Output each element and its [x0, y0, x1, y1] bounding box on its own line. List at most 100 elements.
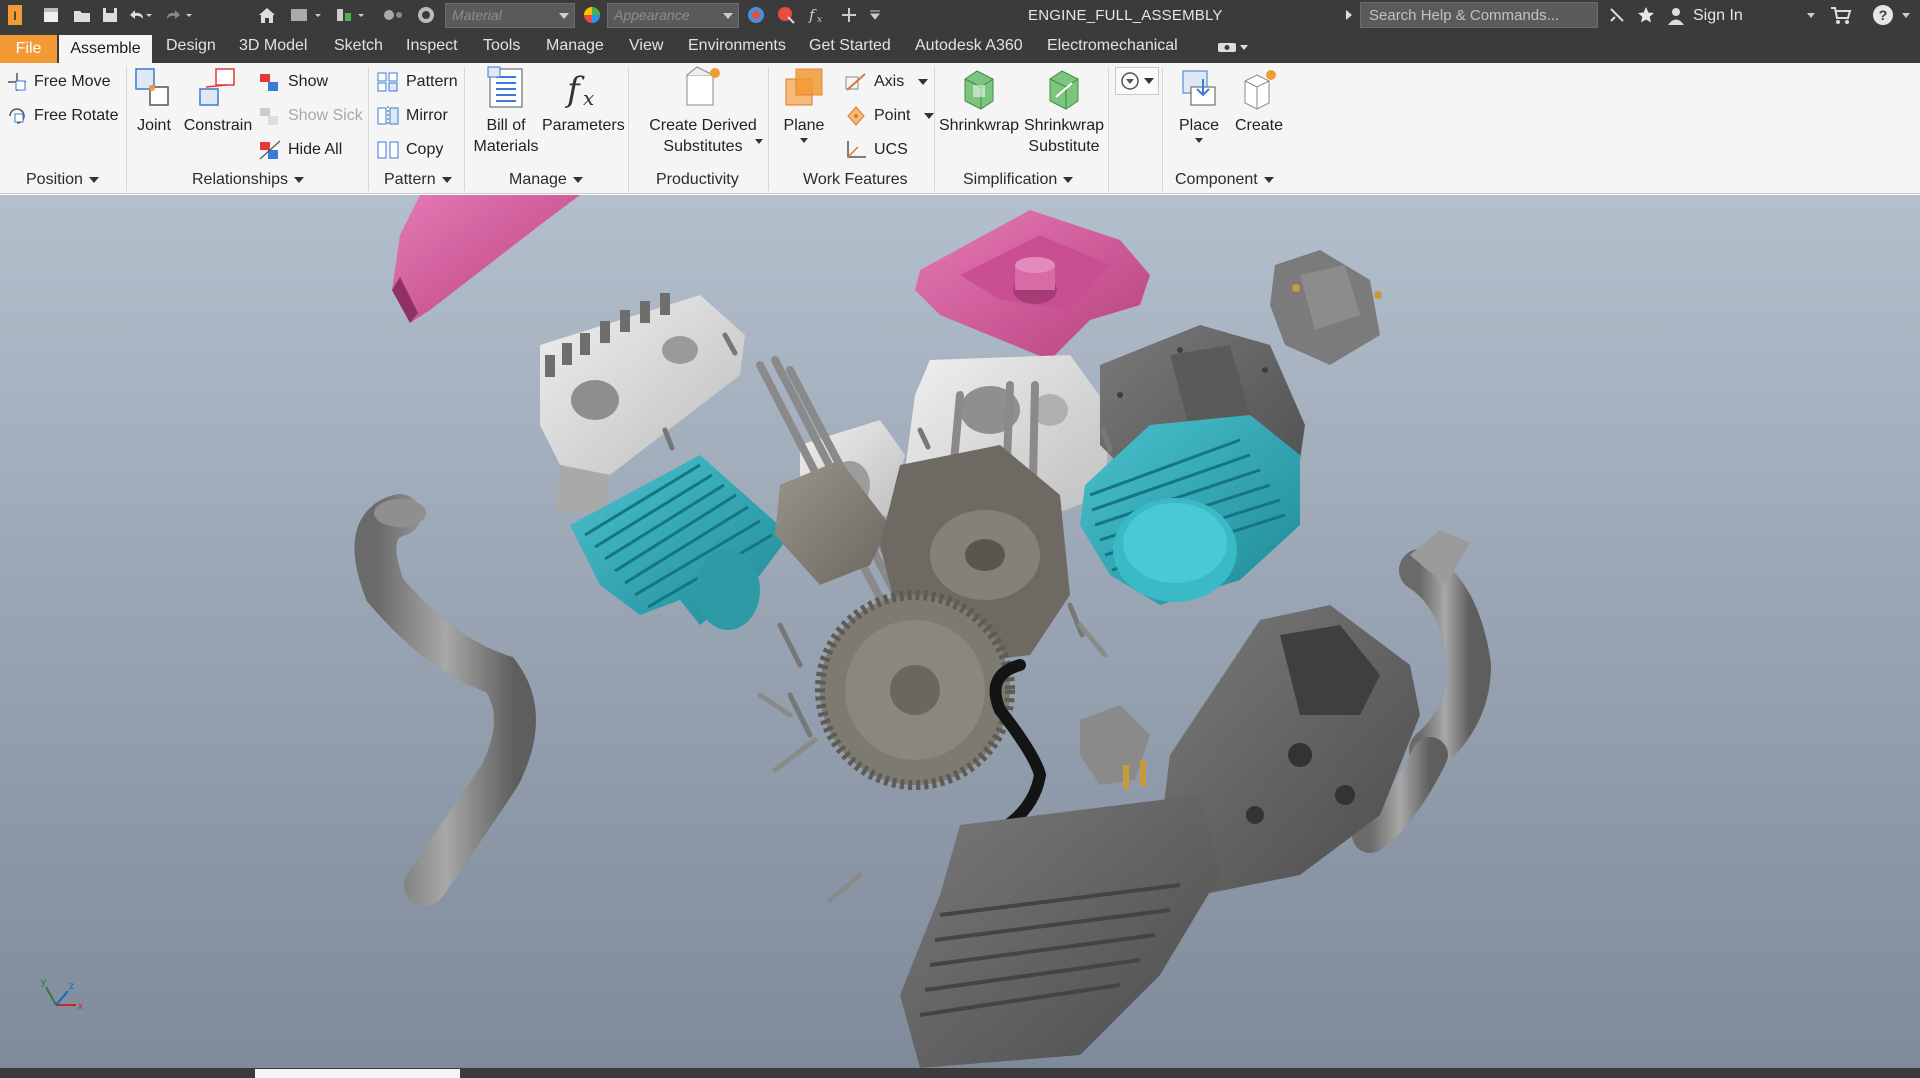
customize-dropdown-icon[interactable]: [866, 4, 884, 26]
appearance-color-icon: [580, 4, 604, 26]
tab-electromechanical[interactable]: Electromechanical: [1047, 37, 1178, 55]
app-logo-icon[interactable]: I: [4, 4, 26, 26]
show-sick-label: Show Sick: [288, 107, 363, 124]
axis-button[interactable]: Axis: [844, 69, 929, 95]
exhaust-pipe-left[interactable]: [354, 494, 536, 906]
sign-in-button[interactable]: Sign In: [1667, 6, 1743, 26]
panel-visibility-icon[interactable]: [1216, 41, 1250, 56]
tab-view[interactable]: View: [629, 37, 663, 55]
star-icon[interactable]: [1634, 4, 1658, 26]
position-panel-title[interactable]: Position: [26, 171, 99, 189]
selection-filter-icon[interactable]: [380, 4, 410, 26]
adjust-appearance-icon[interactable]: [744, 4, 768, 26]
engine-assembly-model[interactable]: [0, 195, 1920, 1068]
chevron-down-icon[interactable]: [755, 139, 763, 144]
view-triad-icon[interactable]: y x z: [36, 975, 96, 1025]
svg-text:x: x: [78, 1001, 83, 1012]
tab-tools[interactable]: Tools: [483, 37, 520, 55]
tab-autodesk-a360[interactable]: Autodesk A360: [915, 37, 1023, 55]
help-icon[interactable]: ?: [1870, 4, 1896, 26]
bill-of-materials-icon: [487, 66, 523, 108]
manage-panel-title[interactable]: Manage: [509, 171, 583, 189]
open-icon[interactable]: [70, 4, 94, 26]
oil-sump[interactable]: [900, 795, 1220, 1068]
clear-appearance-icon[interactable]: [774, 4, 798, 26]
pink-valve-cover-left[interactable]: [392, 195, 580, 323]
undo-icon[interactable]: [124, 4, 154, 26]
free-rotate-button[interactable]: Free Rotate: [6, 103, 118, 129]
tab-3d-model[interactable]: 3D Model: [239, 37, 307, 55]
constrain-button[interactable]: Constrain: [182, 65, 254, 136]
signin-dropdown-icon[interactable]: [1804, 4, 1818, 26]
shrinkwrap-substitute-icon: [1049, 70, 1079, 110]
point-icon: [847, 106, 865, 126]
pattern-button[interactable]: Pattern: [376, 69, 458, 95]
bill-of-materials-button[interactable]: Bill of Materials: [468, 65, 544, 157]
simplification-options-dropdown[interactable]: [1115, 67, 1159, 95]
plane-button[interactable]: Plane: [772, 65, 836, 143]
chevron-down-icon: [1063, 177, 1074, 183]
mirror-button[interactable]: Mirror: [376, 103, 448, 129]
tab-inspect[interactable]: Inspect: [406, 37, 458, 55]
globe-icon[interactable]: [414, 4, 438, 26]
exhaust-pipe-right[interactable]: [1399, 549, 1492, 771]
tab-sketch[interactable]: Sketch: [334, 37, 383, 55]
panel-divider: [1108, 67, 1109, 191]
pattern-panel-title[interactable]: Pattern: [384, 171, 452, 189]
active-document-tab[interactable]: [255, 1069, 460, 1078]
communication-icon[interactable]: [1605, 4, 1629, 26]
svg-text:x: x: [583, 86, 594, 110]
carburetor[interactable]: [1080, 705, 1150, 789]
shrinkwrap-button[interactable]: Shrinkwrap: [938, 65, 1020, 136]
title-bar: I Material Appearance f x ENGINE_FULL_AS…: [0, 0, 1920, 31]
tab-get-started[interactable]: Get Started: [809, 37, 891, 55]
cart-icon[interactable]: [1828, 4, 1854, 26]
hide-all-icon: [259, 140, 281, 160]
material-combo[interactable]: Material: [445, 3, 575, 28]
redo-icon[interactable]: [160, 4, 194, 26]
tab-design[interactable]: Design: [166, 37, 216, 55]
ring-gear-flywheel[interactable]: [815, 590, 1015, 790]
select-icon[interactable]: [287, 4, 325, 26]
relationships-panel-title[interactable]: Relationships: [192, 171, 305, 189]
tab-assemble[interactable]: Assemble: [59, 35, 152, 63]
home-icon[interactable]: [255, 4, 279, 26]
graphics-viewport[interactable]: y x z: [0, 195, 1920, 1068]
ignition-module[interactable]: [1270, 250, 1382, 365]
chevron-right-icon[interactable]: [1342, 4, 1356, 26]
panel-divider: [126, 67, 127, 191]
search-input[interactable]: [1360, 2, 1598, 28]
component-panel-title[interactable]: Component: [1175, 171, 1274, 189]
pattern-panel-label: Pattern: [384, 171, 436, 188]
place-button[interactable]: Place: [1166, 65, 1232, 143]
tab-manage[interactable]: Manage: [546, 37, 604, 55]
free-move-button[interactable]: Free Move: [6, 69, 110, 95]
create-derived-substitutes-button[interactable]: Create Derived Substitutes: [636, 65, 770, 157]
ucs-button[interactable]: UCS: [844, 137, 908, 163]
fx-icon[interactable]: fx: [805, 4, 829, 26]
hide-all-button[interactable]: Hide All: [258, 137, 342, 163]
ribbon-tab-bar: File Assemble Design 3D Model Sketch Ins…: [0, 31, 1920, 63]
new-icon[interactable]: [40, 4, 64, 26]
help-dropdown-icon[interactable]: [1898, 4, 1914, 26]
parameters-button[interactable]: fx Parameters: [542, 65, 625, 136]
place-icon: [1182, 70, 1216, 106]
save-icon[interactable]: [98, 4, 122, 26]
show-sick-button[interactable]: Show Sick: [258, 103, 363, 129]
point-button[interactable]: Point: [844, 103, 935, 129]
measure-icon[interactable]: [333, 4, 369, 26]
plus-icon[interactable]: [837, 4, 861, 26]
tab-file[interactable]: File: [0, 35, 57, 63]
productivity-panel-label: Productivity: [656, 171, 739, 188]
pattern-label: Pattern: [406, 73, 458, 90]
joint-button[interactable]: Joint: [130, 65, 178, 136]
shrinkwrap-substitute-button[interactable]: Shrinkwrap Substitute: [1022, 65, 1106, 157]
create-button[interactable]: Create: [1228, 65, 1290, 136]
show-button[interactable]: Show: [258, 69, 328, 95]
tab-environments[interactable]: Environments: [688, 37, 786, 55]
appearance-combo[interactable]: Appearance: [607, 3, 739, 28]
pink-valve-cover-center[interactable]: [915, 210, 1150, 360]
copy-button[interactable]: Copy: [376, 137, 443, 163]
copy-icon: [377, 141, 399, 159]
simplification-panel-title[interactable]: Simplification: [963, 171, 1074, 189]
